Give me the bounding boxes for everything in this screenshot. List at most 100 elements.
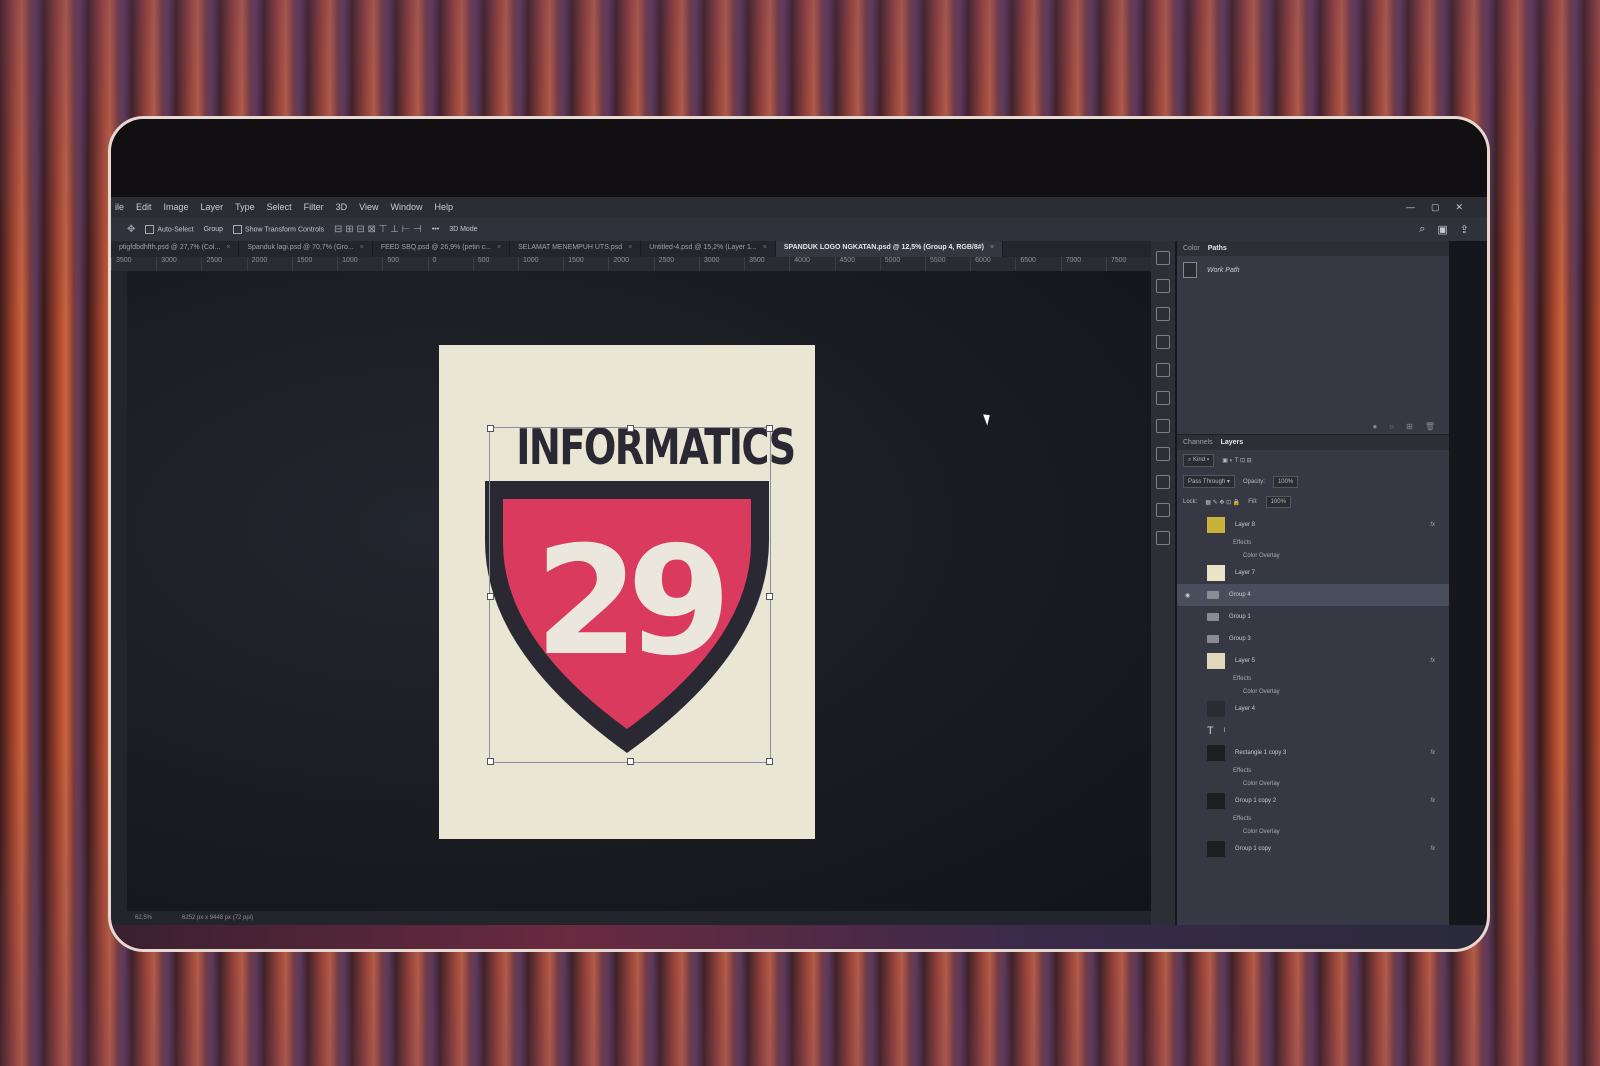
brush-icon[interactable] [1156, 279, 1170, 293]
menu-window[interactable]: Window [390, 202, 422, 212]
ruler-tick: 6500 [1015, 257, 1060, 271]
menu-image[interactable]: Image [164, 202, 189, 212]
more-options-icon[interactable]: ••• [432, 226, 439, 233]
opacity-input[interactable]: 100% [1272, 475, 1299, 488]
styles-icon[interactable] [1156, 419, 1170, 433]
filter-type-icons[interactable]: ▣ ◐ T ⊡ ⊟ [1222, 457, 1251, 464]
visibility-eye-icon: ◉ [1185, 592, 1191, 599]
doc-tab[interactable]: SELAMAT MENEMPUH UTS.psd × [510, 241, 642, 257]
move-tool-icon[interactable]: ✥ [127, 224, 135, 235]
lock-icons[interactable]: ▦ ✎ ✥ ⊡ 🔒 [1205, 499, 1240, 506]
layer-effects-row[interactable]: Effects [1177, 672, 1449, 685]
fill-path-icon[interactable]: ● [1372, 422, 1377, 434]
layer-row[interactable]: Layer 4 [1177, 698, 1449, 720]
transform-controls-checkbox[interactable]: Show Transform Controls [233, 224, 324, 234]
layer-group-row[interactable]: Group 1 [1177, 606, 1449, 628]
fill-input[interactable]: 100% [1265, 496, 1291, 508]
close-tab-icon: × [226, 244, 231, 251]
layer-effects-row[interactable]: Effects [1177, 536, 1449, 549]
menu-layer[interactable]: Layer [201, 202, 224, 212]
text-layer-row[interactable]: TI [1177, 720, 1449, 742]
layer-effects-row[interactable]: Effects [1177, 812, 1449, 825]
minimize-icon[interactable]: — [1406, 202, 1415, 213]
ruler-tick: 6000 [970, 257, 1015, 271]
layer-group-row[interactable]: Group 3 [1177, 628, 1449, 650]
tab-paths[interactable]: Paths [1208, 245, 1227, 252]
doc-tab[interactable]: Untitled-4.psd @ 15,2% (Layer 1... × [641, 241, 776, 257]
close-tab-icon: × [762, 244, 767, 251]
tab-color[interactable]: Color [1183, 245, 1200, 252]
glyphs-icon[interactable] [1156, 447, 1170, 461]
new-path-icon[interactable]: ⊞ [1406, 422, 1413, 434]
workspace-icon[interactable]: ▣ [1437, 223, 1447, 236]
close-icon[interactable]: ✕ [1455, 202, 1463, 213]
stroke-path-icon[interactable]: ○ [1389, 422, 1394, 434]
layer-thumbnail [1207, 701, 1225, 717]
ruler-tick: 1000 [337, 257, 382, 271]
menu-3d[interactable]: 3D [336, 202, 348, 212]
type-icon[interactable] [1156, 503, 1170, 517]
layer-row[interactable]: Layer 7 [1177, 562, 1449, 584]
auto-select-checkbox[interactable]: Auto-Select [145, 224, 194, 234]
paragraph-icon[interactable] [1156, 475, 1170, 489]
layer-row[interactable]: Layer 8 fx [1177, 514, 1449, 536]
menu-select[interactable]: Select [267, 202, 292, 212]
path-thumbnail [1183, 262, 1197, 278]
clone-icon[interactable] [1156, 335, 1170, 349]
layer-effect-item[interactable]: Color Overlay [1177, 825, 1449, 838]
character-icon[interactable] [1156, 363, 1170, 377]
auto-select-target[interactable]: Group [204, 226, 223, 233]
monitor-bezel [111, 119, 1487, 197]
layer-row[interactable]: Group 1 copy 2 fx [1177, 790, 1449, 812]
maximize-icon[interactable]: ▢ [1431, 202, 1440, 213]
menu-help[interactable]: Help [434, 202, 453, 212]
path-row[interactable]: Work Path [1183, 262, 1443, 278]
layer-effects-row[interactable]: Effects [1177, 764, 1449, 777]
menu-edit[interactable]: Edit [136, 202, 152, 212]
paths-panel-footer: ● ○ ⊞ 🗑 [1177, 422, 1449, 435]
menu-file[interactable]: ile [115, 202, 124, 212]
history-icon[interactable] [1156, 251, 1170, 265]
ruler-tick: 2500 [201, 257, 246, 271]
menu-type[interactable]: Type [235, 202, 255, 212]
doc-tab[interactable]: ptigfdbdhfth.psd @ 27,7% (Col... × [111, 241, 240, 257]
share-icon[interactable]: ⇪ [1460, 223, 1469, 236]
layer-row[interactable]: Rectangle 1 copy 3 fx [1177, 742, 1449, 764]
ruler-tick: 5000 [879, 257, 925, 271]
doc-tab[interactable]: FEED SBQ.psd @ 26,9% (petin c... × [373, 241, 511, 257]
ruler-tick: 7000 [1060, 257, 1106, 271]
layer-thumbnail [1207, 841, 1225, 857]
layer-effect-item[interactable]: Color Overlay [1177, 549, 1449, 562]
monitor-photo-frame: ile Edit Image Layer Type Select Filter … [108, 116, 1490, 952]
layer-thumbnail [1207, 565, 1225, 581]
navigator-icon[interactable] [1156, 391, 1170, 405]
doc-tab[interactable]: Spanduk lagi.psd @ 70,7% (Gro... × [239, 241, 373, 257]
adjustments-icon[interactable] [1156, 307, 1170, 321]
libraries-icon[interactable] [1156, 531, 1170, 545]
tab-channels[interactable]: Channels [1183, 439, 1213, 446]
layer-filter-select[interactable]: ⌕ Kind ▾ [1183, 454, 1215, 467]
tab-layers[interactable]: Layers [1221, 439, 1244, 446]
delete-path-icon[interactable]: 🗑 [1425, 422, 1435, 434]
zoom-level[interactable]: 62,5% [135, 915, 152, 921]
ruler-tick: 3000 [156, 257, 201, 271]
blend-mode-select[interactable]: Pass Through ▾ [1183, 475, 1235, 488]
paths-panel: Work Path [1177, 256, 1449, 422]
search-icon[interactable]: ⌕ [1419, 223, 1425, 236]
folder-icon [1207, 635, 1219, 643]
layer-row[interactable]: Layer 5 fx [1177, 650, 1449, 672]
ruler-tick: 3500 [744, 257, 789, 271]
align-icons[interactable]: ⊟ ⊞ ⊟ ⊠ ⊤ ⊥ ⊢ ⊣ [334, 224, 422, 235]
menu-filter[interactable]: Filter [304, 202, 324, 212]
canvas-area[interactable]: INFORMATICS 29 [127, 271, 1151, 911]
document-artboard[interactable]: INFORMATICS 29 [439, 345, 815, 839]
ruler-tick: 500 [472, 257, 518, 271]
layer-group-row-selected[interactable]: ◉ Group 4 [1177, 584, 1449, 606]
ruler-tick: 500 [382, 257, 427, 271]
transform-selection-box[interactable] [487, 425, 773, 765]
layer-effect-item[interactable]: Color Overlay [1177, 777, 1449, 790]
menu-view[interactable]: View [359, 202, 378, 212]
doc-tab-active[interactable]: SPANDUK LOGO NGKATAN.psd @ 12,5% (Group … [775, 241, 1004, 257]
layer-row[interactable]: Group 1 copy fx [1177, 838, 1449, 860]
layer-effect-item[interactable]: Color Overlay [1177, 685, 1449, 698]
